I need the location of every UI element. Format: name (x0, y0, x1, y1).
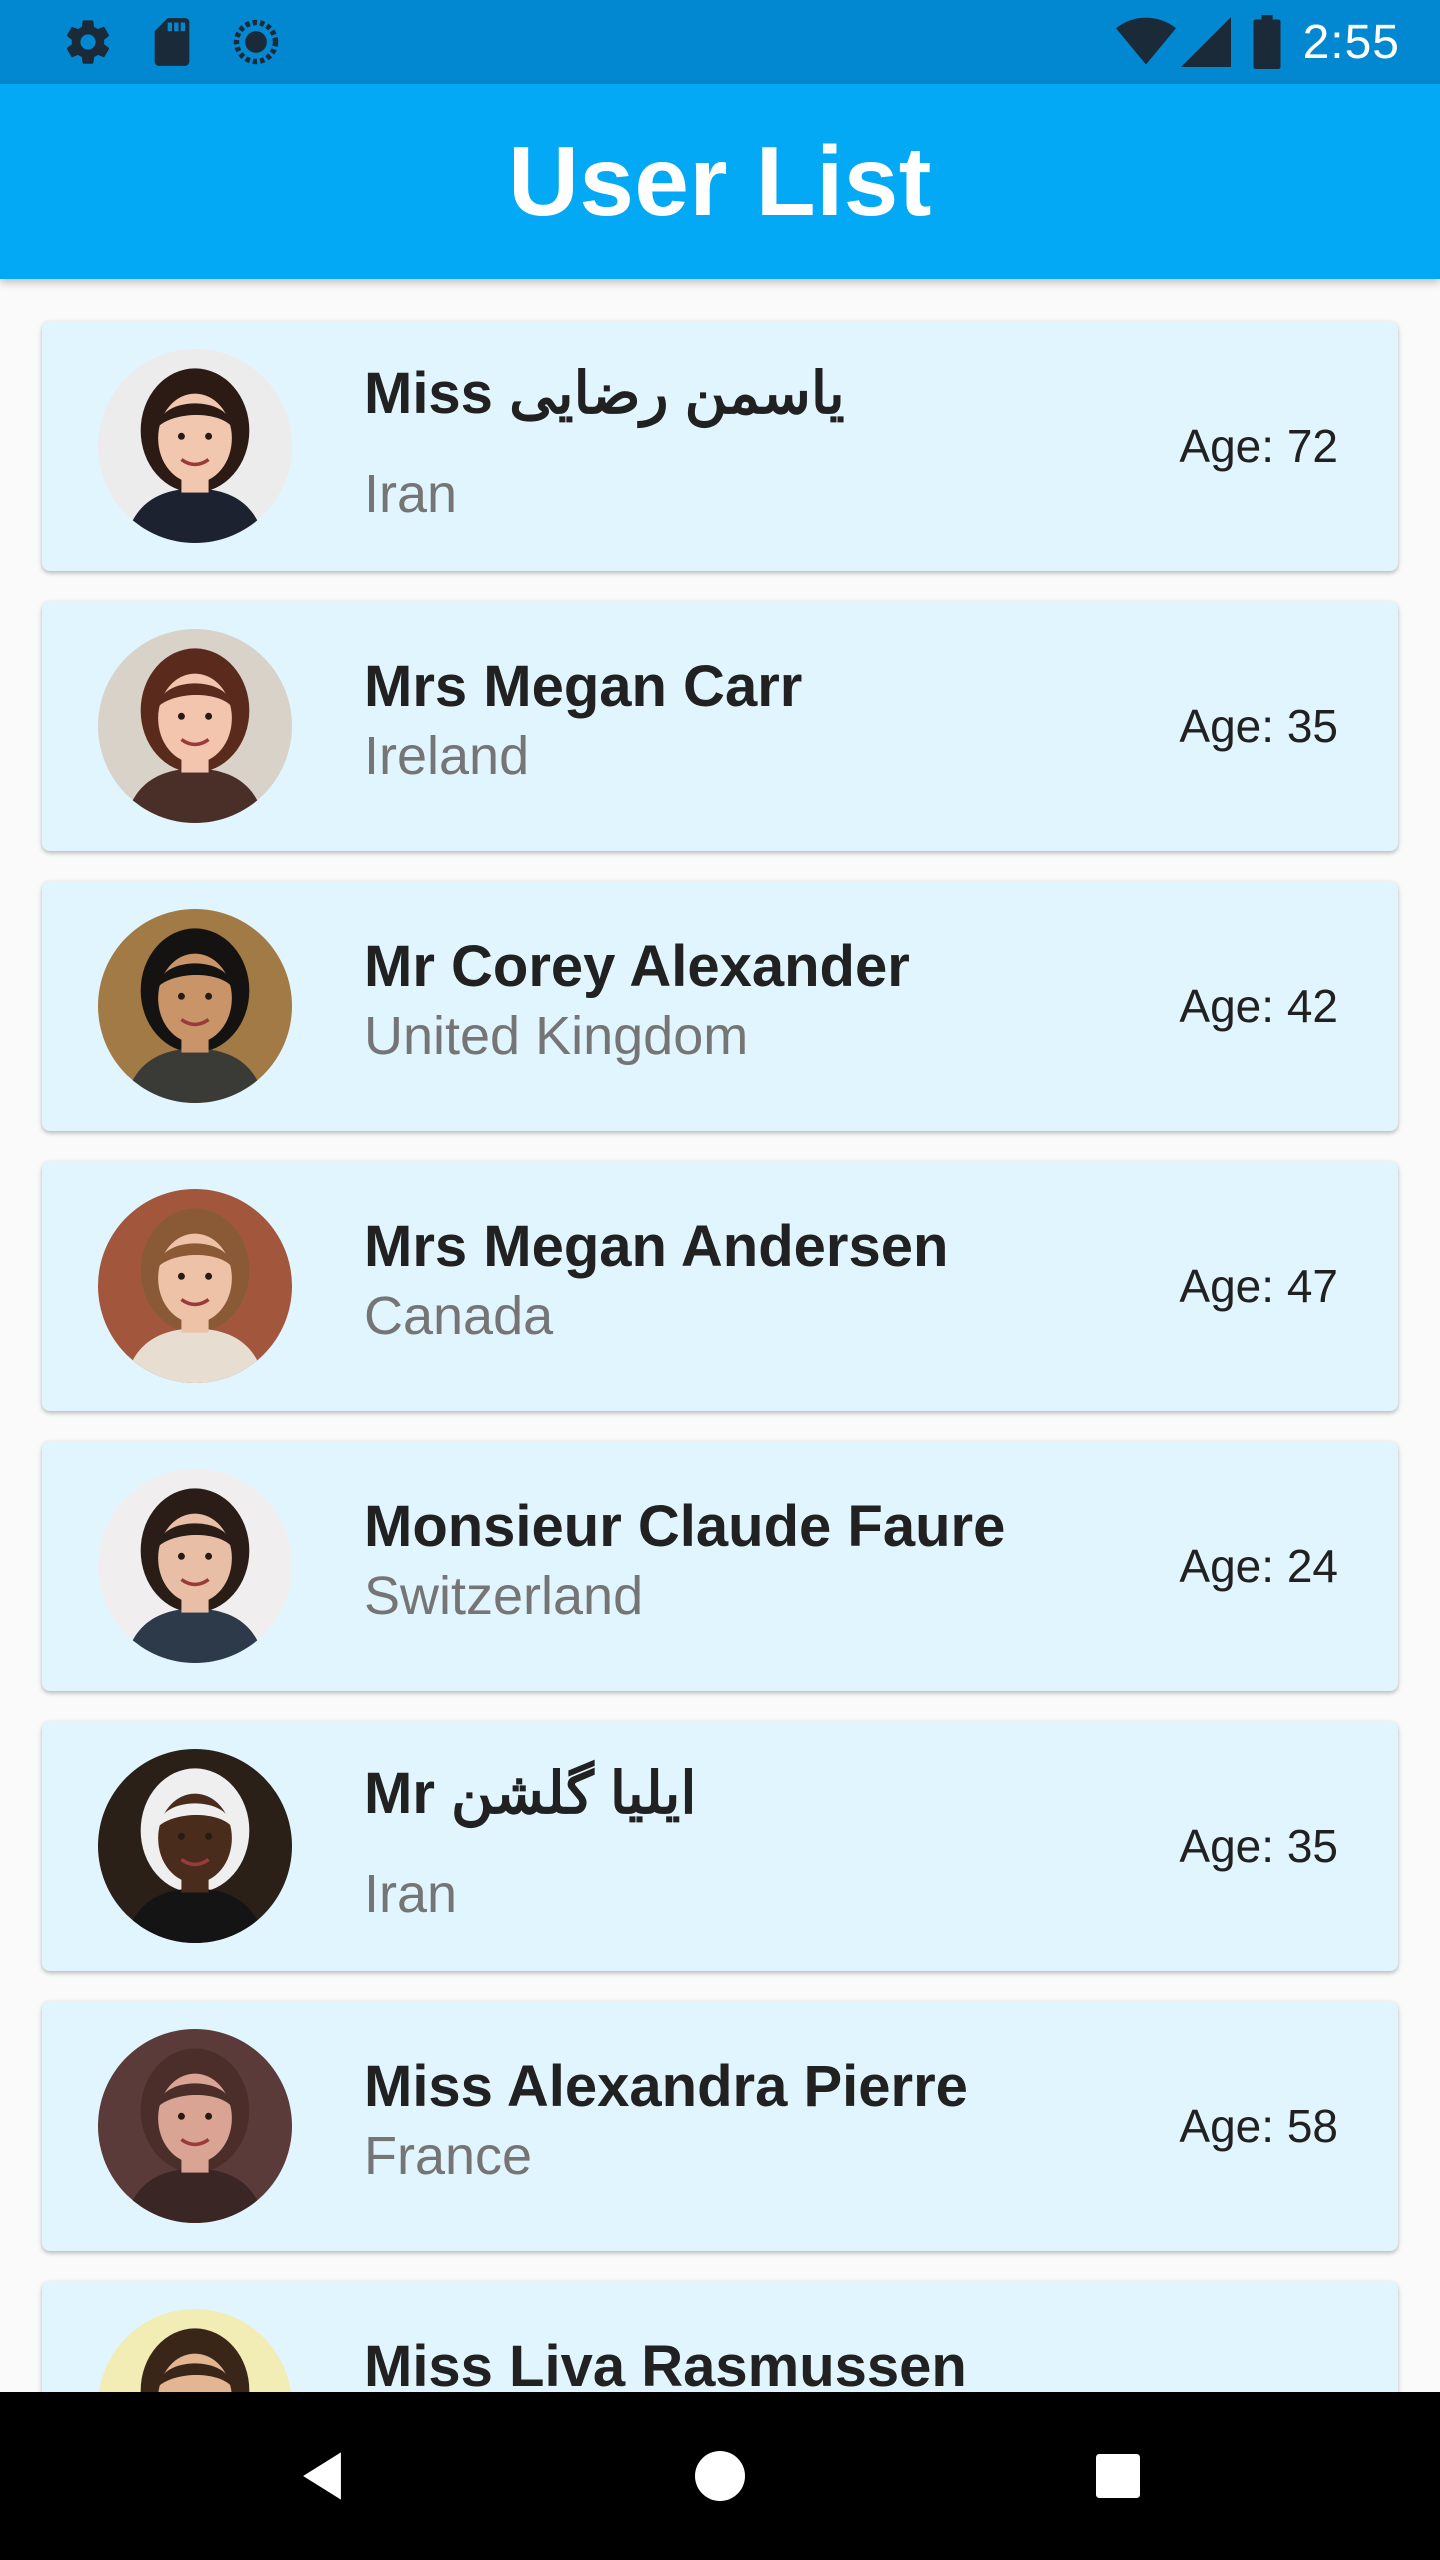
status-left-icons (62, 16, 314, 68)
cellular-signal-icon (1180, 12, 1231, 72)
avatar (98, 1189, 292, 1383)
user-card[interactable]: Miss Liva Rasmussen (42, 2281, 1398, 2392)
avatar (98, 909, 292, 1103)
user-age: Age: 24 (1179, 1540, 1338, 1592)
user-name-native: ياسمن رضایی (509, 361, 845, 426)
battery-icon (1253, 12, 1281, 72)
navigation-bar (0, 2392, 1440, 2560)
user-country: France (364, 2126, 533, 2186)
user-card[interactable]: Miss ياسمن رضایی Iran Age: 72 (42, 321, 1398, 571)
status-time: 2:55 (1302, 15, 1400, 69)
user-name-native: ایلیا گلشن (451, 1761, 697, 1826)
recents-icon[interactable] (1078, 2436, 1158, 2516)
home-icon[interactable] (680, 2436, 760, 2516)
user-card[interactable]: Mr ایلیا گلشن Iran Age: 35 (42, 1721, 1398, 1971)
app-bar: User List (0, 84, 1440, 279)
back-icon[interactable] (282, 2436, 362, 2516)
user-name: Miss Alexandra Pierre (364, 2054, 968, 2119)
avatar (98, 2029, 292, 2223)
user-age: Age: 35 (1179, 1820, 1338, 1872)
avatar (98, 1469, 292, 1663)
settings-icon (62, 16, 114, 68)
user-card[interactable]: Mrs Megan Andersen Canada Age: 47 (42, 1161, 1398, 1411)
user-card[interactable]: Mrs Megan Carr Ireland Age: 35 (42, 601, 1398, 851)
user-name: Mrs Megan Carr (364, 654, 803, 719)
user-name: Mr ایلیا گلشن (364, 1759, 696, 1827)
user-name: Miss ياسمن رضایی (364, 359, 845, 427)
user-name-prefix: Mr (364, 1761, 435, 1826)
user-country: Iran (364, 1864, 458, 1924)
status-right-icons: 2:55 (1115, 12, 1400, 72)
user-country: United Kingdom (364, 1006, 749, 1066)
user-age: Age: 42 (1179, 980, 1338, 1032)
user-country: Canada (364, 1286, 554, 1346)
status-bar: 2:55 (0, 0, 1440, 84)
user-name: Monsieur Claude Faure (364, 1494, 1006, 1559)
user-name-prefix: Miss (364, 361, 493, 426)
user-country: Switzerland (364, 1566, 644, 1626)
user-age: Age: 47 (1179, 1260, 1338, 1312)
avatar (98, 1749, 292, 1943)
user-country: Ireland (364, 726, 530, 786)
user-age: Age: 58 (1179, 2100, 1338, 2152)
wifi-icon (1115, 12, 1177, 72)
user-age: Age: 72 (1179, 420, 1338, 472)
user-name: Miss Liva Rasmussen (364, 2334, 967, 2392)
page-title: User List (508, 126, 932, 236)
user-list[interactable]: Miss ياسمن رضایی Iran Age: 72 Mrs Megan Car… (0, 279, 1440, 2392)
avatar (98, 629, 292, 823)
user-country: Iran (364, 464, 458, 524)
avatar (98, 349, 292, 543)
sync-icon (230, 16, 282, 68)
user-name: Mr Corey Alexander (364, 934, 910, 999)
avatar (98, 2309, 292, 2392)
user-card[interactable]: Mr Corey Alexander United Kingdom Age: 42 (42, 881, 1398, 1131)
sd-card-icon (146, 16, 198, 68)
user-card[interactable]: Miss Alexandra Pierre France Age: 58 (42, 2001, 1398, 2251)
user-name: Mrs Megan Andersen (364, 1214, 949, 1279)
user-age: Age: 35 (1179, 700, 1338, 752)
user-card[interactable]: Monsieur Claude Faure Switzerland Age: 24 (42, 1441, 1398, 1691)
